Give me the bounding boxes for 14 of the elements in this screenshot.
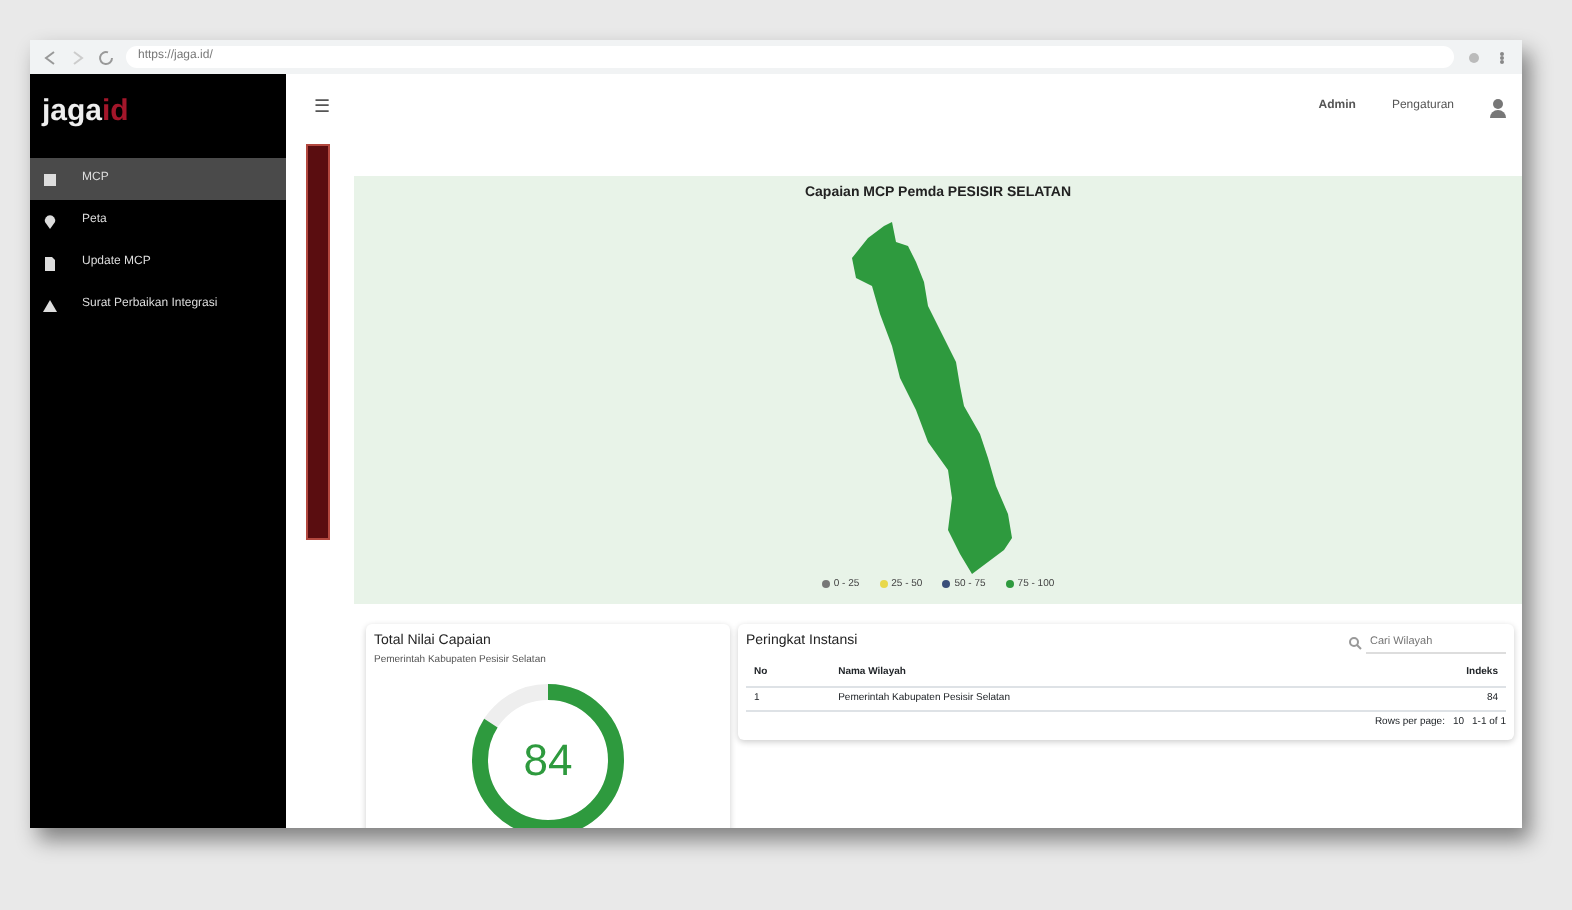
search-icon — [1348, 636, 1362, 651]
reload-icon[interactable] — [98, 49, 114, 65]
warning-icon — [42, 297, 58, 313]
back-icon[interactable] — [42, 49, 58, 65]
forward-icon[interactable] — [70, 49, 86, 65]
grid-icon — [42, 171, 58, 187]
pin-icon — [42, 213, 58, 229]
logo: jagaid — [39, 91, 131, 132]
user-icon[interactable] — [1490, 97, 1506, 117]
browser-menu-icon[interactable] — [1494, 49, 1510, 65]
extension-icon[interactable] — [1466, 49, 1482, 65]
menu-button[interactable]: ☰ — [314, 93, 330, 121]
document-icon — [42, 255, 58, 271]
score-value: 84 — [523, 733, 573, 789]
